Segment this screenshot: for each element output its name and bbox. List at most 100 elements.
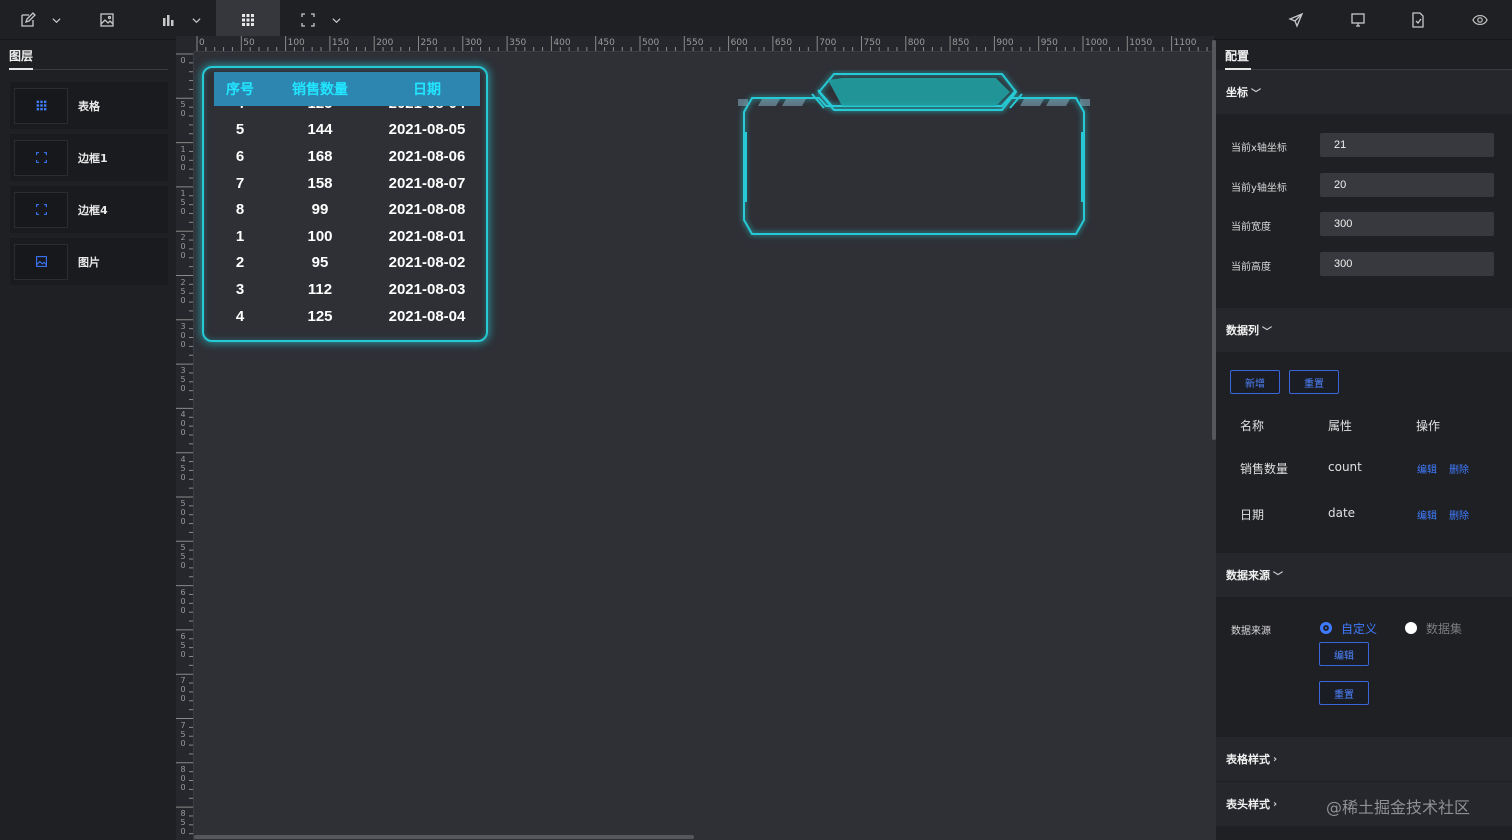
section-columns[interactable]: 数据列 ﹀ bbox=[1216, 308, 1512, 352]
add-column-button[interactable]: 新增 bbox=[1230, 370, 1280, 394]
table-cell: 95 bbox=[311, 254, 329, 272]
send-icon[interactable] bbox=[1282, 0, 1310, 40]
table-cell: 125 bbox=[307, 307, 333, 325]
ruler-corner bbox=[176, 36, 194, 52]
table-row: 2 95 2021-08-02 bbox=[214, 250, 480, 277]
layer-item-frame1[interactable]: 边框1 bbox=[10, 134, 168, 181]
table-cell: 168 bbox=[307, 147, 333, 165]
chevron-down-icon: ﹀ bbox=[1262, 326, 1272, 338]
column-name: 销售数量 bbox=[1240, 462, 1289, 476]
ruler-label: 900 bbox=[996, 38, 1014, 48]
eye-icon[interactable] bbox=[1464, 0, 1496, 40]
monitor-icon[interactable] bbox=[1344, 0, 1372, 40]
table-row: 4 125 2021-08-04 bbox=[214, 303, 480, 330]
ruler-label: 1050 bbox=[1129, 38, 1153, 48]
section-coords[interactable]: 坐标 ﹀ bbox=[1216, 70, 1512, 114]
table-row: 8 99 2021-08-08 bbox=[214, 196, 480, 223]
ruler-label: 450 bbox=[180, 454, 186, 482]
editor-canvas[interactable]: 序号 销售数量 日期 4 125 2021-08-04 5 144 2021-08-05 6… bbox=[194, 52, 1214, 840]
height-input[interactable]: 300 bbox=[1320, 252, 1494, 276]
ruler-label: 150 bbox=[331, 38, 350, 48]
ruler-label: 450 bbox=[597, 38, 615, 48]
edit-icon[interactable] bbox=[14, 0, 42, 40]
divider bbox=[33, 69, 168, 70]
header-cell: 序号 bbox=[226, 82, 254, 98]
table-cell: 144 bbox=[307, 121, 333, 139]
layer-item-frame4[interactable]: 边框4 bbox=[10, 186, 168, 233]
y-coord-input[interactable]: 20 bbox=[1320, 173, 1494, 197]
chevron-down-icon[interactable] bbox=[186, 0, 206, 40]
ruler-label: 250 bbox=[180, 277, 186, 305]
table-cell: 2021-08-05 bbox=[388, 121, 466, 139]
watermark: @稀土掘金技术社区 bbox=[1326, 798, 1471, 817]
top-toolbar bbox=[0, 0, 1512, 40]
table-cell: 6 bbox=[235, 147, 245, 165]
width-input[interactable]: 300 bbox=[1320, 212, 1494, 236]
ruler-label: 1100 bbox=[1173, 38, 1197, 48]
field-label: 数据来源 bbox=[1231, 626, 1271, 637]
chevron-down-icon: ﹀ bbox=[1251, 88, 1261, 100]
layer-label: 边框4 bbox=[78, 203, 108, 217]
layer-label: 表格 bbox=[78, 99, 100, 113]
chevron-down-icon[interactable] bbox=[46, 0, 66, 40]
section-data-source[interactable]: 数据来源 ﹀ bbox=[1216, 553, 1512, 597]
frame-icon[interactable] bbox=[294, 0, 322, 40]
ruler-label: 100 bbox=[287, 38, 305, 48]
ruler-label: 550 bbox=[686, 38, 704, 48]
delete-link[interactable]: 删除 bbox=[1449, 507, 1469, 522]
table-row: 3 112 2021-08-03 bbox=[214, 276, 480, 303]
radio-label[interactable]: 自定义 bbox=[1341, 620, 1377, 637]
ruler-label: 800 bbox=[180, 764, 186, 792]
column-name: 日期 bbox=[1240, 508, 1265, 522]
table-cell: 2021-08-07 bbox=[388, 174, 466, 192]
x-coord-input[interactable]: 21 bbox=[1320, 133, 1494, 157]
ruler-horizontal[interactable]: 0 50 100 150 200 250 300 350 400 450 500 550 600 650 7… bbox=[194, 36, 1214, 52]
delete-link[interactable]: 删除 bbox=[1449, 461, 1469, 476]
edit-link[interactable]: 编辑 bbox=[1417, 507, 1437, 522]
table-cell: 158 bbox=[307, 174, 333, 192]
table-cell: 3 bbox=[235, 280, 245, 298]
reset-source-button[interactable]: 重置 bbox=[1319, 681, 1369, 705]
chevron-down-icon[interactable] bbox=[326, 0, 346, 40]
header-cell: 日期 bbox=[413, 82, 441, 98]
table-cell: 7 bbox=[235, 174, 245, 192]
reset-columns-button[interactable]: 重置 bbox=[1289, 370, 1339, 394]
section-title: 表格样式 bbox=[1226, 753, 1270, 766]
ruler-label: 950 bbox=[1040, 38, 1058, 48]
ruler-label: 750 bbox=[863, 38, 881, 48]
grid-icon[interactable] bbox=[216, 0, 280, 40]
ruler-label: 100 bbox=[180, 144, 186, 172]
ruler-label: 600 bbox=[730, 38, 748, 48]
radio-dataset[interactable] bbox=[1405, 622, 1417, 634]
field-label: 当前x轴坐标 bbox=[1231, 143, 1287, 154]
edit-link[interactable]: 编辑 bbox=[1417, 461, 1437, 476]
table-cell: 2021-08-02 bbox=[388, 254, 466, 272]
ruler-label: 50 bbox=[243, 38, 255, 48]
radio-label[interactable]: 数据集 bbox=[1426, 620, 1462, 637]
column-header: 名称 bbox=[1240, 419, 1265, 433]
table-cell: 2021-08-08 bbox=[388, 201, 466, 219]
ruler-label: 1000 bbox=[1085, 38, 1108, 48]
table-header: 序号 销售数量 日期 bbox=[214, 72, 480, 106]
horizontal-scrollbar[interactable] bbox=[194, 835, 694, 839]
edit-source-button[interactable]: 编辑 bbox=[1319, 642, 1369, 666]
column-header: 属性 bbox=[1328, 419, 1353, 433]
table-row: 1 100 2021-08-01 bbox=[214, 223, 480, 250]
ruler-vertical[interactable]: 0 50 100 150 200 250 300 350 400 450 500 550 600 650 7… bbox=[176, 52, 194, 840]
section-table-style[interactable]: 表格样式 › bbox=[1216, 737, 1512, 781]
layer-item-table[interactable]: 表格 bbox=[10, 82, 168, 129]
bar-chart-icon[interactable] bbox=[154, 0, 182, 40]
ruler-label: 750 bbox=[180, 720, 186, 748]
table-widget[interactable]: 序号 销售数量 日期 4 125 2021-08-04 5 144 2021-08-05 6… bbox=[202, 66, 488, 342]
column-attr: date bbox=[1328, 506, 1356, 520]
decorative-frame[interactable] bbox=[734, 70, 1094, 242]
field-label: 当前y轴坐标 bbox=[1231, 183, 1287, 194]
image-icon[interactable] bbox=[92, 0, 122, 40]
table-row: 6 168 2021-08-06 bbox=[214, 143, 480, 170]
radio-custom[interactable] bbox=[1320, 622, 1332, 634]
file-check-icon[interactable] bbox=[1404, 0, 1432, 40]
ruler-label: 650 bbox=[774, 38, 793, 48]
layer-item-image[interactable]: 图片 bbox=[10, 238, 168, 285]
header-cell: 销售数量 bbox=[292, 82, 348, 98]
table-body: 4 125 2021-08-04 5 144 2021-08-05 6 168 2021-08-… bbox=[214, 90, 480, 329]
